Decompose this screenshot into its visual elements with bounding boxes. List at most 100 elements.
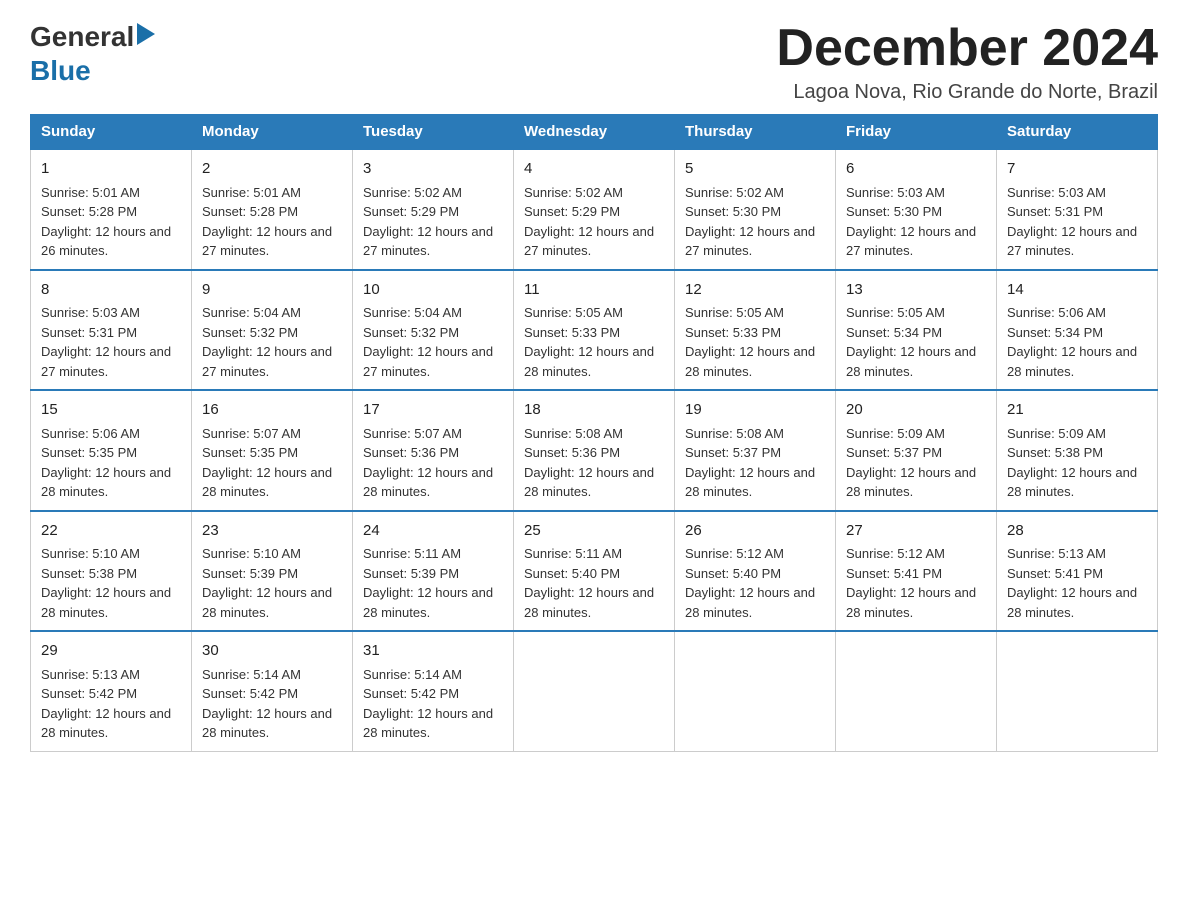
day-daylight: Daylight: 12 hours and 28 minutes. [846, 465, 976, 500]
day-sunrise: Sunrise: 5:05 AM [524, 305, 623, 320]
day-number: 7 [1007, 158, 1147, 181]
month-title: December 2024 [776, 20, 1158, 77]
logo-blue-text: Blue [30, 55, 91, 86]
day-daylight: Daylight: 12 hours and 27 minutes. [363, 344, 493, 379]
day-daylight: Daylight: 12 hours and 28 minutes. [524, 344, 654, 379]
day-daylight: Daylight: 12 hours and 28 minutes. [1007, 465, 1137, 500]
day-number: 2 [202, 158, 342, 181]
day-daylight: Daylight: 12 hours and 28 minutes. [685, 465, 815, 500]
day-sunrise: Sunrise: 5:13 AM [1007, 546, 1106, 561]
table-row [675, 631, 836, 751]
calendar-week-row: 1 Sunrise: 5:01 AM Sunset: 5:28 PM Dayli… [31, 149, 1158, 270]
day-sunrise: Sunrise: 5:14 AM [363, 667, 462, 682]
day-sunrise: Sunrise: 5:11 AM [524, 546, 622, 561]
day-sunrise: Sunrise: 5:01 AM [41, 185, 140, 200]
day-number: 23 [202, 520, 342, 543]
day-daylight: Daylight: 12 hours and 28 minutes. [202, 585, 332, 620]
day-sunrise: Sunrise: 5:09 AM [1007, 426, 1106, 441]
table-row: 30 Sunrise: 5:14 AM Sunset: 5:42 PM Dayl… [192, 631, 353, 751]
day-sunset: Sunset: 5:42 PM [363, 686, 459, 701]
table-row: 7 Sunrise: 5:03 AM Sunset: 5:31 PM Dayli… [997, 149, 1158, 270]
day-number: 5 [685, 158, 825, 181]
day-sunrise: Sunrise: 5:06 AM [41, 426, 140, 441]
table-row: 11 Sunrise: 5:05 AM Sunset: 5:33 PM Dayl… [514, 270, 675, 391]
day-number: 9 [202, 279, 342, 302]
day-daylight: Daylight: 12 hours and 28 minutes. [363, 706, 493, 741]
table-row: 22 Sunrise: 5:10 AM Sunset: 5:38 PM Dayl… [31, 511, 192, 632]
table-row: 20 Sunrise: 5:09 AM Sunset: 5:37 PM Dayl… [836, 390, 997, 511]
day-daylight: Daylight: 12 hours and 28 minutes. [41, 585, 171, 620]
day-number: 19 [685, 399, 825, 422]
title-block: December 2024 Lagoa Nova, Rio Grande do … [776, 20, 1158, 104]
day-daylight: Daylight: 12 hours and 28 minutes. [846, 344, 976, 379]
day-sunset: Sunset: 5:32 PM [202, 325, 298, 340]
table-row: 1 Sunrise: 5:01 AM Sunset: 5:28 PM Dayli… [31, 149, 192, 270]
calendar-header-row: Sunday Monday Tuesday Wednesday Thursday… [31, 115, 1158, 150]
table-row: 25 Sunrise: 5:11 AM Sunset: 5:40 PM Dayl… [514, 511, 675, 632]
day-sunset: Sunset: 5:35 PM [41, 445, 137, 460]
table-row: 6 Sunrise: 5:03 AM Sunset: 5:30 PM Dayli… [836, 149, 997, 270]
calendar-week-row: 29 Sunrise: 5:13 AM Sunset: 5:42 PM Dayl… [31, 631, 1158, 751]
day-sunset: Sunset: 5:29 PM [524, 204, 620, 219]
table-row: 18 Sunrise: 5:08 AM Sunset: 5:36 PM Dayl… [514, 390, 675, 511]
day-sunrise: Sunrise: 5:08 AM [685, 426, 784, 441]
day-daylight: Daylight: 12 hours and 27 minutes. [41, 344, 171, 379]
day-daylight: Daylight: 12 hours and 27 minutes. [202, 344, 332, 379]
day-daylight: Daylight: 12 hours and 28 minutes. [202, 465, 332, 500]
table-row: 16 Sunrise: 5:07 AM Sunset: 5:35 PM Dayl… [192, 390, 353, 511]
table-row: 3 Sunrise: 5:02 AM Sunset: 5:29 PM Dayli… [353, 149, 514, 270]
table-row: 13 Sunrise: 5:05 AM Sunset: 5:34 PM Dayl… [836, 270, 997, 391]
day-sunrise: Sunrise: 5:03 AM [41, 305, 140, 320]
day-number: 18 [524, 399, 664, 422]
day-number: 17 [363, 399, 503, 422]
day-number: 3 [363, 158, 503, 181]
day-sunrise: Sunrise: 5:10 AM [41, 546, 140, 561]
calendar-week-row: 15 Sunrise: 5:06 AM Sunset: 5:35 PM Dayl… [31, 390, 1158, 511]
day-sunset: Sunset: 5:33 PM [685, 325, 781, 340]
day-number: 22 [41, 520, 181, 543]
day-daylight: Daylight: 12 hours and 28 minutes. [41, 465, 171, 500]
day-number: 24 [363, 520, 503, 543]
table-row: 4 Sunrise: 5:02 AM Sunset: 5:29 PM Dayli… [514, 149, 675, 270]
col-friday: Friday [836, 115, 997, 150]
day-sunrise: Sunrise: 5:06 AM [1007, 305, 1106, 320]
table-row: 29 Sunrise: 5:13 AM Sunset: 5:42 PM Dayl… [31, 631, 192, 751]
table-row: 26 Sunrise: 5:12 AM Sunset: 5:40 PM Dayl… [675, 511, 836, 632]
day-sunset: Sunset: 5:40 PM [524, 566, 620, 581]
day-daylight: Daylight: 12 hours and 28 minutes. [524, 465, 654, 500]
day-sunrise: Sunrise: 5:08 AM [524, 426, 623, 441]
day-number: 20 [846, 399, 986, 422]
day-number: 6 [846, 158, 986, 181]
day-daylight: Daylight: 12 hours and 27 minutes. [685, 224, 815, 259]
day-sunrise: Sunrise: 5:14 AM [202, 667, 301, 682]
day-sunset: Sunset: 5:37 PM [846, 445, 942, 460]
day-sunrise: Sunrise: 5:04 AM [363, 305, 462, 320]
table-row: 23 Sunrise: 5:10 AM Sunset: 5:39 PM Dayl… [192, 511, 353, 632]
day-daylight: Daylight: 12 hours and 27 minutes. [1007, 224, 1137, 259]
day-sunset: Sunset: 5:41 PM [846, 566, 942, 581]
day-sunset: Sunset: 5:36 PM [524, 445, 620, 460]
day-sunrise: Sunrise: 5:13 AM [41, 667, 140, 682]
col-tuesday: Tuesday [353, 115, 514, 150]
day-number: 25 [524, 520, 664, 543]
day-sunrise: Sunrise: 5:09 AM [846, 426, 945, 441]
table-row: 17 Sunrise: 5:07 AM Sunset: 5:36 PM Dayl… [353, 390, 514, 511]
day-daylight: Daylight: 12 hours and 27 minutes. [363, 224, 493, 259]
day-sunset: Sunset: 5:28 PM [202, 204, 298, 219]
day-number: 26 [685, 520, 825, 543]
table-row: 19 Sunrise: 5:08 AM Sunset: 5:37 PM Dayl… [675, 390, 836, 511]
day-sunset: Sunset: 5:38 PM [1007, 445, 1103, 460]
day-daylight: Daylight: 12 hours and 26 minutes. [41, 224, 171, 259]
day-sunrise: Sunrise: 5:12 AM [685, 546, 784, 561]
day-sunset: Sunset: 5:29 PM [363, 204, 459, 219]
table-row: 2 Sunrise: 5:01 AM Sunset: 5:28 PM Dayli… [192, 149, 353, 270]
location-title: Lagoa Nova, Rio Grande do Norte, Brazil [776, 81, 1158, 104]
day-sunrise: Sunrise: 5:03 AM [1007, 185, 1106, 200]
col-wednesday: Wednesday [514, 115, 675, 150]
day-sunrise: Sunrise: 5:03 AM [846, 185, 945, 200]
page-header: General Blue December 2024 Lagoa Nova, R… [30, 20, 1158, 104]
table-row: 12 Sunrise: 5:05 AM Sunset: 5:33 PM Dayl… [675, 270, 836, 391]
col-saturday: Saturday [997, 115, 1158, 150]
day-daylight: Daylight: 12 hours and 27 minutes. [524, 224, 654, 259]
day-number: 27 [846, 520, 986, 543]
